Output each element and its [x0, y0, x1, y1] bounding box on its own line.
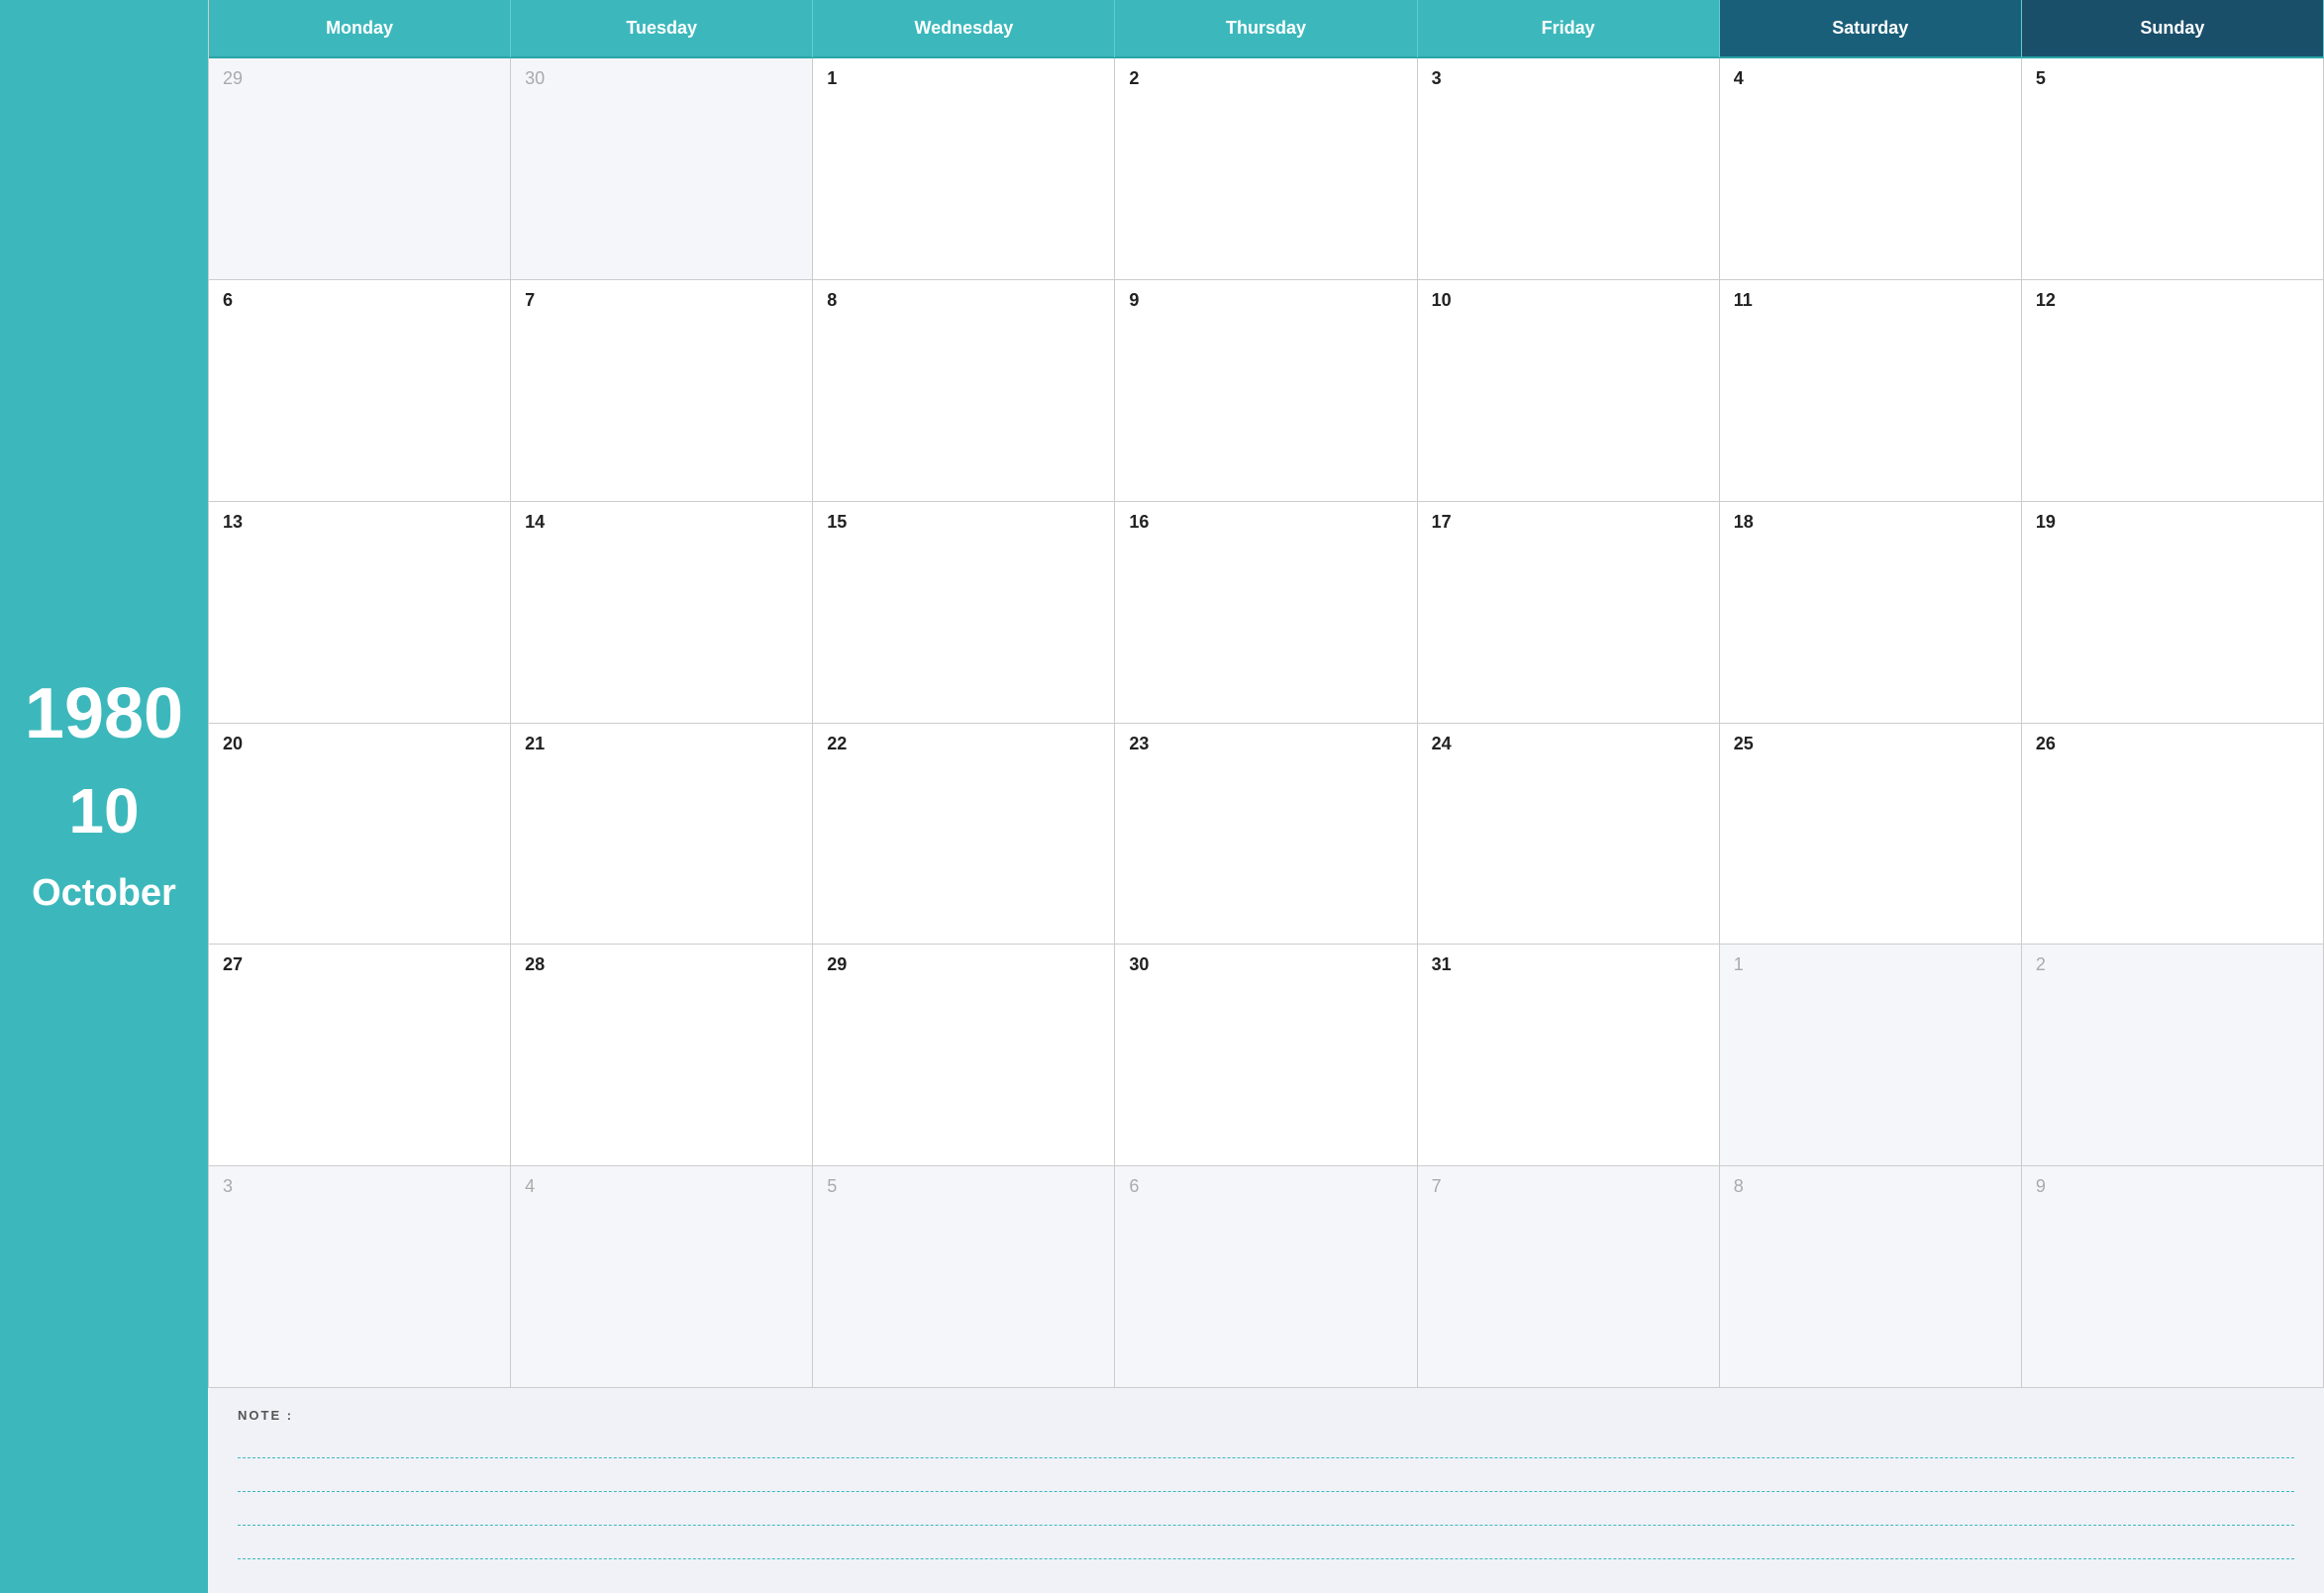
- table-row[interactable]: 3: [1418, 58, 1720, 280]
- table-row[interactable]: 6: [209, 280, 511, 502]
- table-row[interactable]: 19: [2022, 502, 2324, 724]
- table-row[interactable]: 7: [1418, 1166, 1720, 1388]
- header-thursday: Thursday: [1115, 0, 1417, 58]
- table-row[interactable]: 3: [209, 1166, 511, 1388]
- header-monday: Monday: [209, 0, 511, 58]
- table-row[interactable]: 11: [1720, 280, 2022, 502]
- table-row[interactable]: 9: [1115, 280, 1417, 502]
- table-row[interactable]: 8: [1720, 1166, 2022, 1388]
- table-row[interactable]: 30: [1115, 945, 1417, 1166]
- table-row[interactable]: 6: [1115, 1166, 1417, 1388]
- table-row[interactable]: 13: [209, 502, 511, 724]
- header-tuesday: Tuesday: [511, 0, 813, 58]
- header-wednesday: Wednesday: [813, 0, 1115, 58]
- calendar-main: Monday Tuesday Wednesday Thursday Friday…: [208, 0, 2324, 1593]
- month-name-label: October: [32, 872, 176, 915]
- header-sunday: Sunday: [2022, 0, 2324, 58]
- table-row[interactable]: 15: [813, 502, 1115, 724]
- header-friday: Friday: [1418, 0, 1720, 58]
- table-row[interactable]: 18: [1720, 502, 2022, 724]
- table-row[interactable]: 2: [1115, 58, 1417, 280]
- table-row[interactable]: 2: [2022, 945, 2324, 1166]
- table-row[interactable]: 24: [1418, 724, 1720, 946]
- table-row[interactable]: 27: [209, 945, 511, 1166]
- note-label: NOTE :: [238, 1408, 2294, 1423]
- calendar-grid: Monday Tuesday Wednesday Thursday Friday…: [208, 0, 2324, 1388]
- table-row[interactable]: 22: [813, 724, 1115, 946]
- table-row[interactable]: 5: [2022, 58, 2324, 280]
- table-row[interactable]: 26: [2022, 724, 2324, 946]
- table-row[interactable]: 28: [511, 945, 813, 1166]
- notes-section: NOTE :: [208, 1388, 2324, 1593]
- table-row[interactable]: 16: [1115, 502, 1417, 724]
- table-row[interactable]: 25: [1720, 724, 2022, 946]
- note-line-2[interactable]: [238, 1462, 2294, 1492]
- table-row[interactable]: 8: [813, 280, 1115, 502]
- header-saturday: Saturday: [1720, 0, 2022, 58]
- note-line-3[interactable]: [238, 1496, 2294, 1526]
- table-row[interactable]: 4: [511, 1166, 813, 1388]
- month-number-label: 10: [68, 779, 139, 843]
- table-row[interactable]: 17: [1418, 502, 1720, 724]
- table-row[interactable]: 31: [1418, 945, 1720, 1166]
- table-row[interactable]: 5: [813, 1166, 1115, 1388]
- table-row[interactable]: 1: [1720, 945, 2022, 1166]
- table-row[interactable]: 29: [209, 58, 511, 280]
- table-row[interactable]: 21: [511, 724, 813, 946]
- table-row[interactable]: 7: [511, 280, 813, 502]
- note-line-1[interactable]: [238, 1429, 2294, 1458]
- table-row[interactable]: 12: [2022, 280, 2324, 502]
- calendar-sidebar: 1980 10 October: [0, 0, 208, 1593]
- table-row[interactable]: 10: [1418, 280, 1720, 502]
- table-row[interactable]: 23: [1115, 724, 1417, 946]
- table-row[interactable]: 30: [511, 58, 813, 280]
- table-row[interactable]: 4: [1720, 58, 2022, 280]
- table-row[interactable]: 29: [813, 945, 1115, 1166]
- table-row[interactable]: 20: [209, 724, 511, 946]
- table-row[interactable]: 1: [813, 58, 1115, 280]
- note-line-4[interactable]: [238, 1530, 2294, 1559]
- calendar-wrapper: 1980 10 October Monday Tuesday Wednesday…: [0, 0, 2324, 1593]
- year-label: 1980: [25, 678, 183, 749]
- table-row[interactable]: 14: [511, 502, 813, 724]
- table-row[interactable]: 9: [2022, 1166, 2324, 1388]
